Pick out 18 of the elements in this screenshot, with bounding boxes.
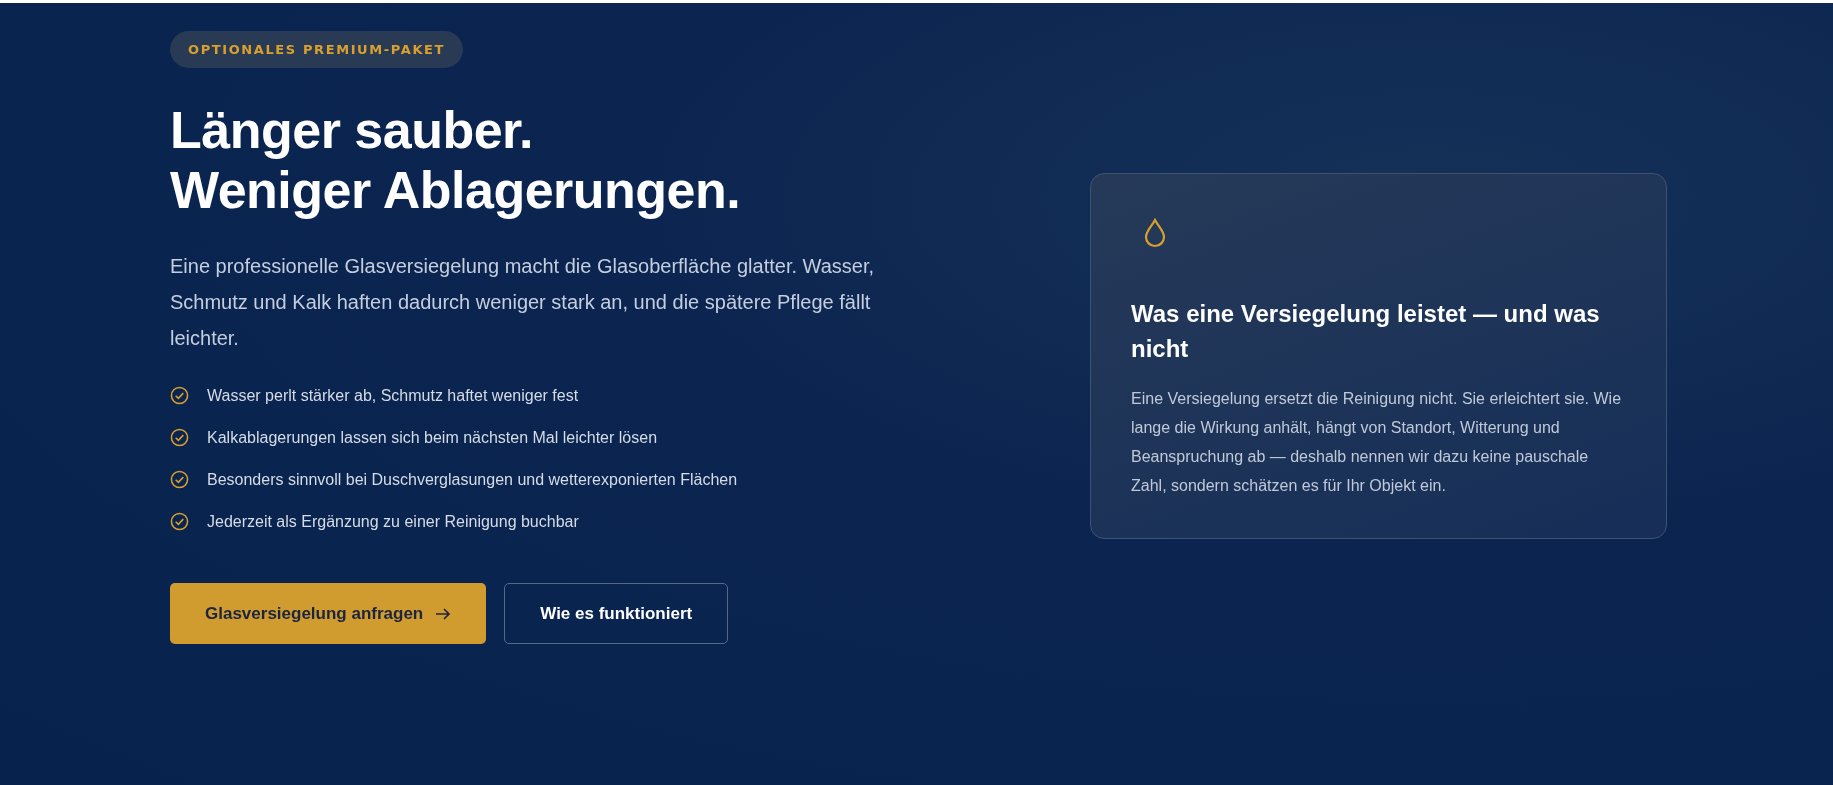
check-circle-icon (170, 386, 189, 405)
benefit-text: Jederzeit als Ergänzung zu einer Reinigung buchbar (207, 512, 579, 531)
request-button[interactable]: Glasversiegelung anfragen (170, 583, 487, 644)
benefit-text: Besonders sinnvoll bei Duschverglasungen und wetterexponierten Flächen (207, 470, 738, 489)
check-circle-icon (170, 512, 189, 531)
info-button[interactable]: Wie es funktioniert (504, 583, 729, 644)
benefit-text: Wasser perlt stärker ab, Schmutz haftet weniger fest (207, 386, 579, 405)
check-circle-icon (170, 470, 189, 489)
check-circle-icon (170, 428, 189, 447)
card-text: Eine Versiegelung ersetzt die Reinigung nicht. Sie erleichtert sie. Wie lange die Wirkung anhält, hängt von Standort, Witterung und Beanspruchung ab — deshalb nennen wir dazu keine pauschale Zahl, sondern schätzen es für Ihr Objekt ein. (1131, 389, 1623, 496)
headline: Länger sauber. (170, 100, 534, 160)
headline: Weniger Ablagerungen. (170, 160, 741, 220)
arrow-right-icon (435, 606, 452, 621)
intro-paragraph: Eine professionelle Glasversiegelung macht die Glasoberfläche glatter. Wasser, Schmutz und Kalk haften dadurch weniger stark an, und die spätere Pflege fällt leichter. (170, 254, 876, 351)
card-title: Was eine Versiegelung leistet — und was nicht (1131, 299, 1601, 364)
premium-badge: OPTIONALES PREMIUM-PAKET (170, 31, 464, 68)
water-drop-icon (1143, 218, 1167, 248)
benefit-text: Kalkablagerungen lassen sich beim nächsten Mal leichter lösen (207, 428, 658, 447)
